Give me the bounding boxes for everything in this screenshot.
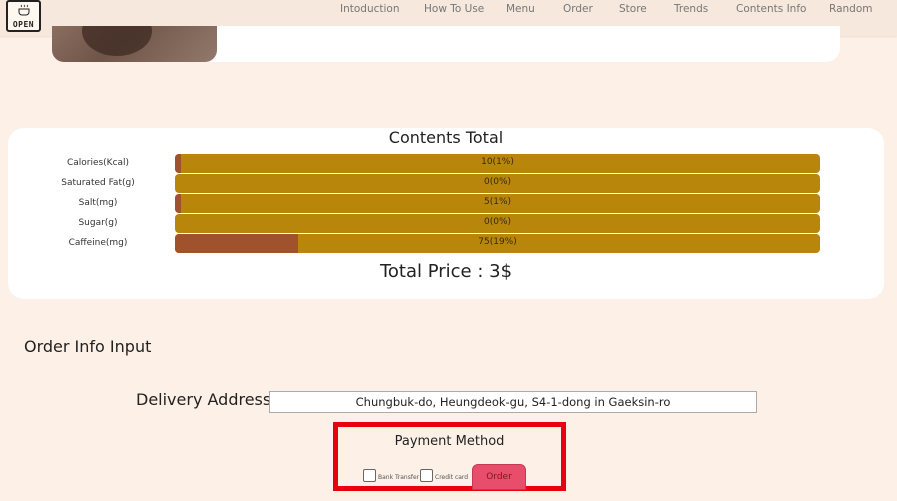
- nutrient-bar-caffeine: 75(19%): [175, 234, 820, 253]
- nutrient-label-salt: Salt(mg): [78, 198, 118, 208]
- nav-how-to-use[interactable]: How To Use: [424, 3, 484, 15]
- bank-transfer-checkbox[interactable]: [363, 469, 376, 482]
- coffee-cup-icon: [18, 4, 30, 16]
- nutrient-bar-salt: 5(1%): [175, 194, 820, 213]
- nutrient-bar-value: 0(0%): [483, 217, 512, 227]
- delivery-address-label: Delivery Address :: [136, 390, 282, 409]
- nav-order[interactable]: Order: [563, 3, 593, 15]
- logo[interactable]: OPEN: [6, 0, 41, 32]
- nutrient-bar-calories: 10(1%): [175, 154, 820, 173]
- credit-card-label: Credit card: [435, 474, 469, 481]
- contents-total-card: Contents Total Calories(Kcal) 10(1%) Sat…: [8, 128, 884, 299]
- nutrient-bar-value: 5(1%): [483, 197, 512, 207]
- nav-random[interactable]: Random: [829, 3, 872, 15]
- nutrient-bar-value: 10(1%): [481, 157, 514, 167]
- nutrient-label-sugar: Sugar(g): [78, 218, 118, 228]
- nutrient-bar-value: 0(0%): [483, 177, 512, 187]
- nutrient-label-saturated-fat: Saturated Fat(g): [61, 178, 135, 188]
- bank-transfer-label: Bank Transfer: [378, 474, 420, 481]
- delivery-address-input[interactable]: [269, 391, 757, 413]
- nutrient-label-caffeine: Caffeine(mg): [68, 238, 128, 248]
- nav-contents-info[interactable]: Contents Info: [736, 3, 806, 15]
- order-button[interactable]: Order: [472, 464, 526, 490]
- total-price: Total Price : 3$: [379, 261, 513, 282]
- order-info-heading: Order Info Input: [24, 337, 152, 356]
- nav-menu[interactable]: Menu: [506, 3, 535, 15]
- nutrient-label-calories: Calories(Kcal): [66, 158, 130, 168]
- payment-method-title: Payment Method: [394, 434, 505, 449]
- contents-total-title: Contents Total: [388, 128, 504, 147]
- nutrient-bar-value: 75(19%): [478, 237, 517, 247]
- logo-text: OPEN: [12, 20, 35, 29]
- nutrient-bar-sugar: 0(0%): [175, 214, 820, 233]
- payment-method-box: Payment Method Bank Transfer Credit card…: [333, 422, 566, 491]
- menu-item-image: [52, 26, 217, 62]
- credit-card-checkbox[interactable]: [420, 469, 433, 482]
- nav-introduction[interactable]: Intoduction: [340, 3, 400, 15]
- nav-store[interactable]: Store: [619, 3, 647, 15]
- nutrient-bar-saturated-fat: 0(0%): [175, 174, 820, 193]
- nav-trends[interactable]: Trends: [674, 3, 708, 15]
